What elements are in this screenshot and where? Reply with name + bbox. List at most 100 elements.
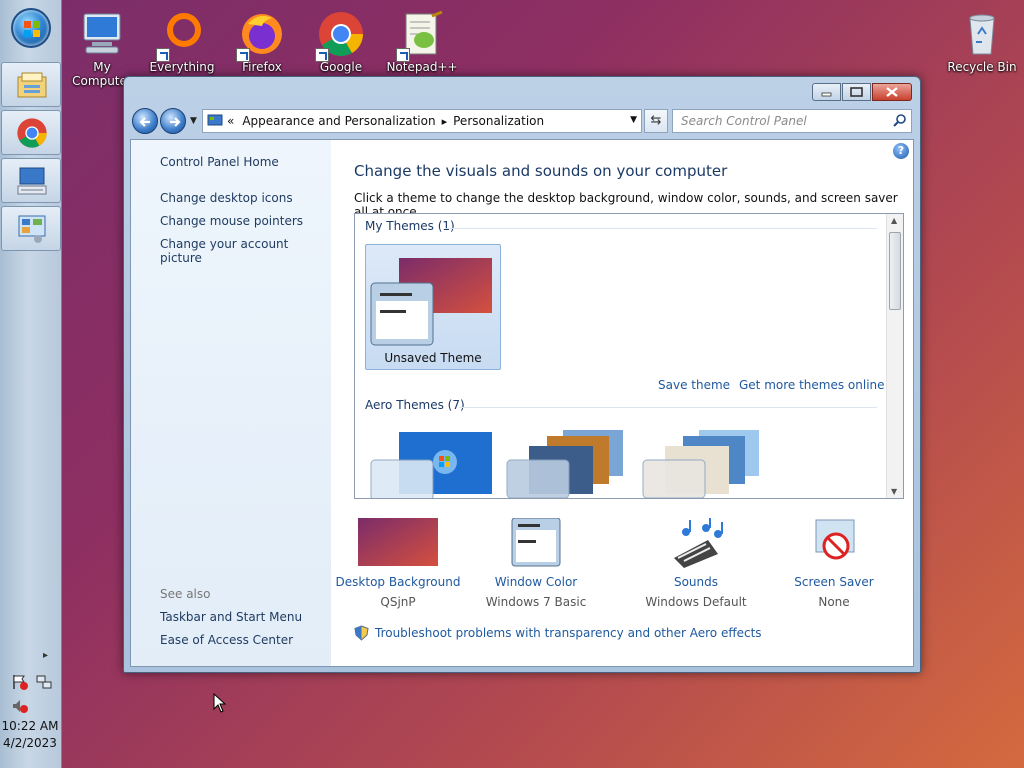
taskbar-keyboard-display-button[interactable] [1,158,61,203]
window-color-value: Windows 7 Basic [485,595,587,609]
chrome-icon [315,10,365,62]
desktop-icon-label: Google [319,60,363,74]
desktop-icon-label: Firefox [242,60,282,74]
left-pane: Control Panel Home Change desktop icons … [131,140,331,666]
see-also-title: See also [160,587,211,601]
theme-preview-icon [370,258,492,346]
sounds-label[interactable]: Sounds [631,575,761,589]
windows-logo-icon [24,21,40,37]
taskbar-chrome-button[interactable] [1,110,61,155]
aero-theme-windows-7-thumbnail[interactable] [367,430,507,499]
help-icon: ? [897,144,905,157]
screen-saver-setting[interactable]: Screen Saver None [769,518,899,609]
desktop-icon-notepadpp[interactable]: Notepad++ [382,4,462,74]
forward-arrow-icon [170,117,181,127]
refresh-button[interactable]: ⇆ [644,109,668,133]
desktop-background-value: QSjnP [380,595,416,609]
address-bar[interactable]: « Appearance and Personalization ▸ Perso… [202,109,642,133]
scroll-up-icon[interactable]: ▲ [891,216,897,225]
keyboard-display-icon [17,167,47,195]
aero-themes-group-title: Aero Themes (7) [365,398,465,412]
change-account-picture-link[interactable]: Change your account picture [160,237,331,265]
navigation-bar: ▼ « Appearance and Personalization ▸ Per… [132,107,912,135]
save-theme-link[interactable]: Save theme [658,378,730,392]
taskbar-start-menu-link[interactable]: Taskbar and Start Menu [160,610,302,624]
breadcrumb-personalization[interactable]: Personalization [453,114,544,128]
shield-icon [354,625,369,641]
taskbar-explorer-button[interactable] [1,62,61,107]
breadcrumb-appearance[interactable]: Appearance and Personalization [242,114,435,128]
action-center-flag-icon[interactable] [11,673,29,691]
troubleshoot-aero-label[interactable]: Troubleshoot problems with transparency … [375,626,762,640]
sounds-value: Windows Default [645,595,747,609]
taskbar-control-panel-button[interactable] [1,206,61,251]
back-button[interactable] [132,108,158,134]
theme-list-scrollbar[interactable]: ▲ ▼ [886,214,903,498]
theme-list[interactable]: My Themes (1) Unsaved Theme Save theme G… [354,213,904,499]
get-more-themes-link[interactable]: Get more themes online [739,378,885,392]
desktop-background-label[interactable]: Desktop Background [333,575,463,589]
computer-icon [78,10,126,58]
volume-muted-icon[interactable] [11,697,29,715]
caption-buttons [811,83,912,101]
screen-saver-label[interactable]: Screen Saver [769,575,899,589]
control-panel-icon [207,114,223,126]
shortcut-arrow-icon [156,48,170,62]
close-button[interactable] [872,83,912,101]
ease-of-access-link[interactable]: Ease of Access Center [160,633,293,647]
troubleshoot-aero-link[interactable]: Troubleshoot problems with transparency … [354,625,762,641]
aero-theme-architecture-thumbnail[interactable] [503,428,643,498]
explorer-icon [17,72,47,98]
screen-saver-value: None [818,595,850,609]
control-panel-icon [18,215,46,243]
desktop-icon-firefox[interactable]: Firefox [222,4,302,74]
taskbar: ▸ 10:22 AM 4/2/2023 [0,0,62,768]
sounds-icon [656,518,736,568]
window-color-setting[interactable]: Window Color Windows 7 Basic [471,517,601,609]
back-arrow-icon [139,117,150,127]
recent-pages-dropdown-icon[interactable]: ▼ [190,116,197,126]
everything-icon [156,10,206,62]
clock-time[interactable]: 10:22 AM [0,719,60,733]
search-input[interactable]: Search Control Panel [672,109,912,133]
desktop-icon-label: Notepad++ [386,60,458,74]
refresh-icon: ⇆ [650,113,662,128]
change-desktop-icons-link[interactable]: Change desktop icons [160,191,293,205]
desktop-icon-label: Everything [149,60,215,74]
window-color-icon [496,517,576,568]
desktop-icon-everything[interactable]: Everything [142,4,222,74]
show-hidden-icons-chevron-icon[interactable]: ▸ [43,650,53,661]
desktop-icon-recycle-bin[interactable]: Recycle Bin [942,4,1022,74]
address-prefix[interactable]: « [227,114,234,128]
group-divider [445,228,877,229]
minimize-button[interactable] [812,83,841,101]
breadcrumb-separator-icon[interactable]: ▸ [442,115,448,128]
unsaved-theme-tile[interactable]: Unsaved Theme [365,244,501,370]
help-button[interactable]: ? [893,143,909,159]
scrollbar-thumb[interactable] [889,232,901,310]
sounds-setting[interactable]: Sounds Windows Default [631,518,761,609]
aero-theme-characters-thumbnail[interactable] [639,428,779,498]
recycle-bin-icon [958,10,1006,58]
change-mouse-pointers-link[interactable]: Change mouse pointers [160,214,303,228]
network-icon[interactable] [35,673,53,691]
desktop-icon-label: Recycle Bin [947,60,1017,74]
start-button[interactable] [11,8,51,48]
forward-button[interactable] [160,108,186,134]
search-icon[interactable] [893,114,907,128]
window-color-label[interactable]: Window Color [471,575,601,589]
firefox-icon [236,10,286,62]
maximize-button[interactable] [842,83,871,101]
control-panel-home-link[interactable]: Control Panel Home [160,155,279,169]
mouse-cursor-icon [213,693,227,713]
scroll-down-icon[interactable]: ▼ [891,487,897,496]
address-dropdown-icon[interactable]: ▼ [630,115,637,125]
desktop-icon-google[interactable]: Google [301,4,381,74]
desktop-background-setting[interactable]: Desktop Background QSjnP [333,518,463,609]
clock-date[interactable]: 4/2/2023 [0,736,60,750]
shortcut-arrow-icon [315,48,329,62]
shortcut-arrow-icon [396,48,410,62]
group-divider [459,407,877,408]
screen-saver-icon [794,518,874,568]
page-title: Change the visuals and sounds on your co… [354,162,728,180]
